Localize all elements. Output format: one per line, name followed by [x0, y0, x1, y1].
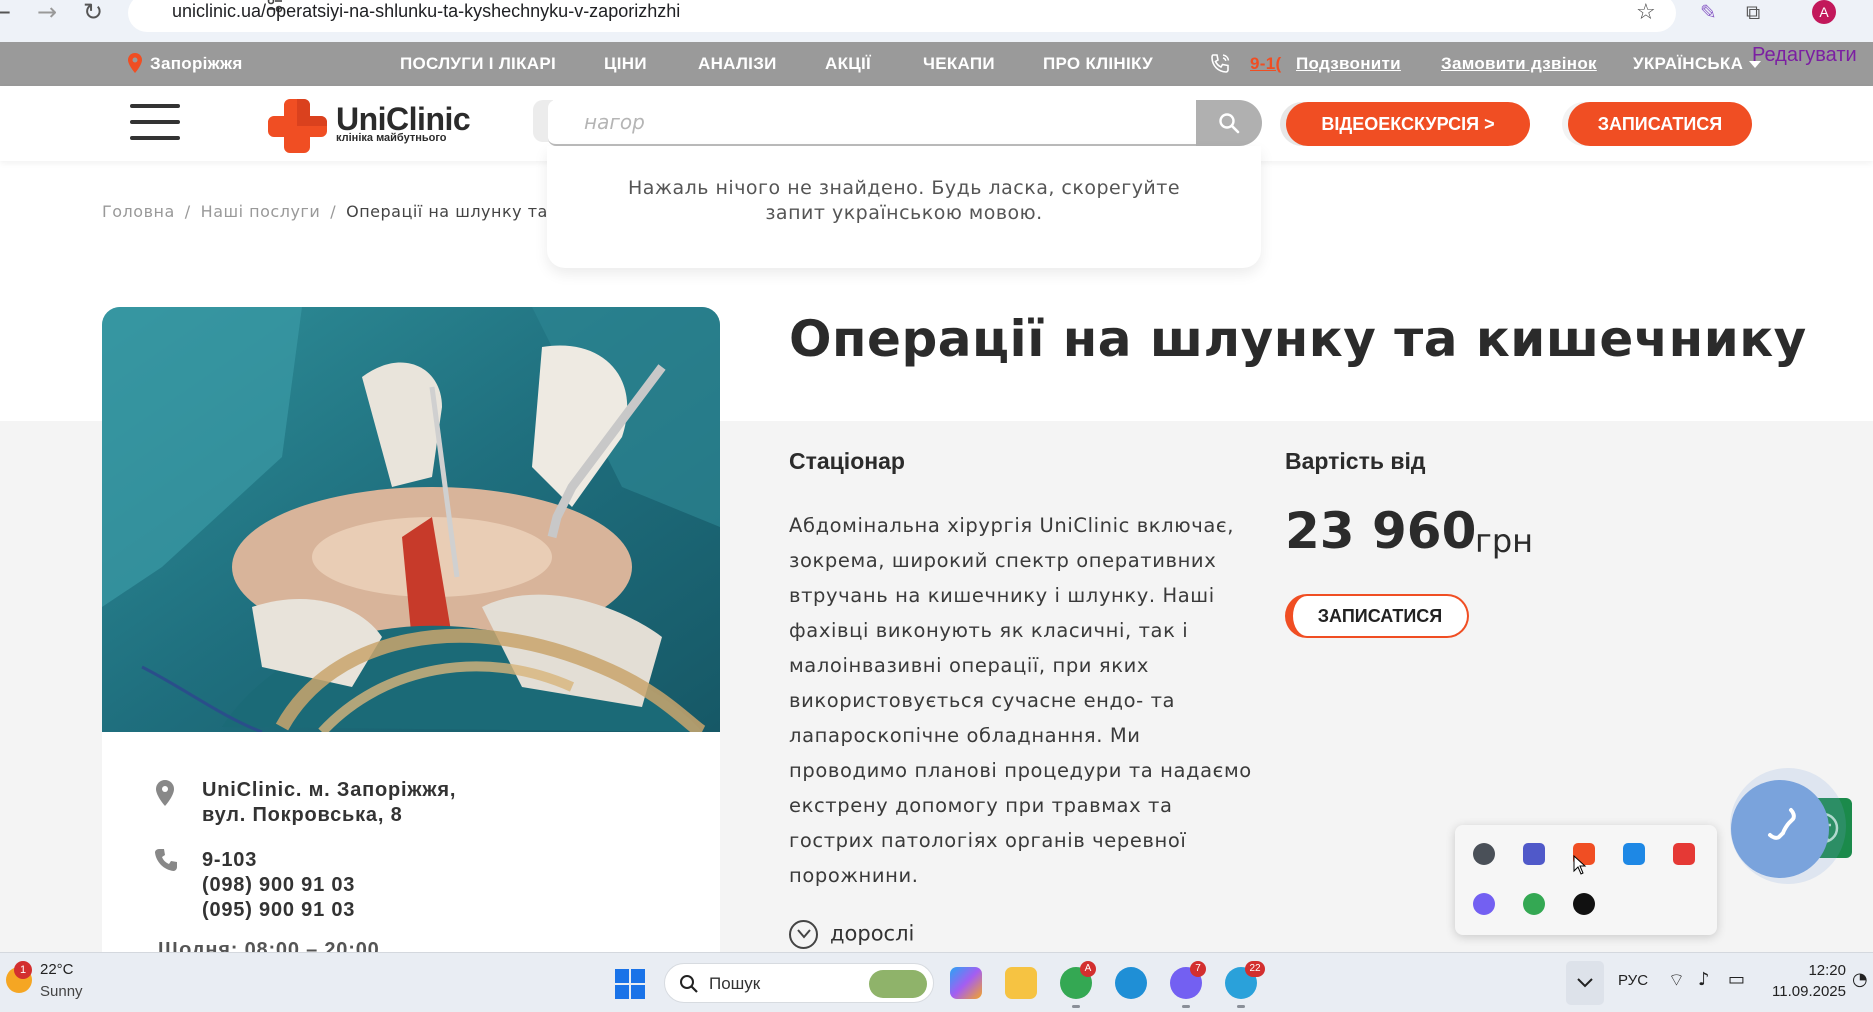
check-circle-icon	[789, 920, 818, 949]
search-input[interactable]	[548, 100, 1198, 146]
taskbar-search[interactable]: Пошук	[664, 963, 934, 1003]
language-selector[interactable]: УКРАЇНСЬКА	[1633, 54, 1762, 74]
chrome-tray-icon[interactable]	[1523, 893, 1545, 915]
telegram-badge: 22	[1245, 961, 1265, 977]
city-selector[interactable]: Запоріжжя	[150, 54, 243, 74]
address-line-2: вул. Покровська, 8	[202, 804, 403, 826]
phone-icon	[155, 849, 177, 871]
taskbar-search-label: Пошук	[709, 974, 761, 993]
phone-number-link[interactable]: 9-1(	[1250, 54, 1281, 74]
security-shield-icon[interactable]	[1623, 843, 1645, 865]
camera-tray-icon[interactable]	[1673, 843, 1695, 865]
phone-handset-icon	[1768, 808, 1796, 840]
phone-short[interactable]: 9-103	[202, 848, 355, 873]
viber-tray-icon[interactable]	[1473, 893, 1495, 915]
reload-icon[interactable]: ↻	[78, 0, 108, 26]
search-icon	[1219, 113, 1240, 134]
search-results-dropdown: Нажаль нічого не знайдено. Будь ласка, с…	[547, 146, 1261, 268]
telegram-running-indicator	[1237, 1005, 1245, 1008]
browser-toolbar: ← → ↻ uniclinic.ua/operatsiyi-na-shlunku…	[0, 0, 1873, 42]
url-text[interactable]: uniclinic.ua/operatsiyi-na-shlunku-ta-ky…	[172, 1, 680, 22]
location-pin-icon	[156, 780, 174, 806]
language-label: УКРАЇНСЬКА	[1633, 54, 1744, 73]
clinic-address: UniClinic. м. Запоріжжя, вул. Покровська…	[202, 778, 456, 828]
tray-app-icon-1[interactable]	[1473, 843, 1495, 865]
teams-icon[interactable]	[1523, 843, 1545, 865]
notifications-icon[interactable]: ◔	[1852, 969, 1868, 990]
address-line-1: UniClinic. м. Запоріжжя,	[202, 779, 457, 801]
search-icon	[680, 975, 698, 993]
menu-analyses[interactable]: АНАЛІЗИ	[698, 54, 777, 74]
call-widget-button[interactable]	[1731, 780, 1829, 878]
call-link[interactable]: Подзвонити	[1296, 54, 1401, 74]
keyboard-language[interactable]: РУС	[1618, 972, 1648, 989]
breadcrumb-current: Операції на шлунку та к	[346, 202, 564, 221]
clinic-phones: 9-103 (098) 900 91 03 (095) 900 91 03	[202, 848, 355, 923]
search-highlight-image	[869, 970, 927, 998]
page-title: Операції на шлунку та кишечнику	[789, 310, 1807, 368]
clock-date[interactable]: 11.09.2025	[1760, 983, 1846, 1000]
menu-services[interactable]: ПОСЛУГИ І ЛІКАРІ	[400, 54, 556, 74]
profile-avatar[interactable]: A	[1812, 0, 1836, 24]
contact-card: UniClinic. м. Запоріжжя, вул. Покровська…	[102, 732, 720, 972]
no-results-message: Нажаль нічого не знайдено. Будь ласка, с…	[547, 176, 1261, 226]
viber-running-indicator	[1182, 1005, 1190, 1008]
book-button-header[interactable]: ЗАПИСАТИСЯ	[1568, 102, 1752, 146]
phone-2[interactable]: (095) 900 91 03	[202, 898, 355, 923]
chrome-running-indicator	[1072, 1005, 1080, 1008]
weather-temperature[interactable]: 22°C	[40, 961, 74, 978]
edge-icon[interactable]	[1115, 967, 1147, 999]
search-button[interactable]	[1196, 100, 1262, 146]
tray-overflow-button[interactable]	[1566, 961, 1604, 1005]
menu-promotions[interactable]: АКЦІЇ	[825, 54, 871, 74]
phone-1[interactable]: (098) 900 91 03	[202, 873, 355, 898]
battery-icon[interactable]: ▭	[1728, 969, 1745, 990]
chrome-badge: A	[1080, 961, 1096, 977]
price-currency: грн	[1475, 522, 1534, 560]
menu-checkups[interactable]: ЧЕКАПИ	[923, 54, 995, 74]
location-pin-icon	[128, 53, 142, 73]
tray-overflow-popup	[1455, 825, 1717, 935]
phone-icon	[1211, 54, 1230, 73]
price-label: Вартість від	[1285, 448, 1426, 474]
price-value: 23 960	[1285, 502, 1477, 560]
clock-time[interactable]: 12:20	[1776, 962, 1846, 979]
extensions-puzzle-icon[interactable]: ⧉	[1746, 0, 1760, 24]
book-button[interactable]: ЗАПИСАТИСЯ	[1285, 594, 1469, 638]
mouse-cursor-icon	[1573, 855, 1587, 875]
callback-link[interactable]: Замовити дзвінок	[1441, 54, 1597, 74]
chevron-down-icon	[1577, 978, 1593, 988]
volume-icon[interactable]: ♪	[1698, 969, 1710, 990]
no-results-line-1: Нажаль нічого не знайдено. Будь ласка, с…	[627, 177, 1181, 199]
breadcrumb-home[interactable]: Головна	[102, 202, 175, 221]
no-results-line-2: запит українською мовою.	[765, 202, 1043, 224]
logo-tagline: клініка майбутнього	[336, 132, 447, 144]
audience-label: дорослі	[830, 921, 915, 946]
b-app-tray-icon[interactable]	[1573, 893, 1595, 915]
menu-about[interactable]: ПРО КЛІНІКУ	[1043, 54, 1153, 74]
edit-link[interactable]: Редагувати	[1752, 44, 1857, 67]
pen-extension-icon[interactable]: ✎	[1700, 0, 1717, 24]
site-topbar: Запоріжжя ПОСЛУГИ І ЛІКАРІ ЦІНИ АНАЛІЗИ …	[0, 42, 1873, 86]
audience-item: дорослі	[789, 920, 914, 949]
weather-condition[interactable]: Sunny	[40, 983, 83, 1000]
video-tour-button[interactable]: ВІДЕОЕКСКУРСІЯ >	[1286, 102, 1530, 146]
file-explorer-icon[interactable]	[1005, 967, 1037, 999]
windows-taskbar: 1 22°C Sunny Пошук A 7 22 РУС ⌔ ♪ ▭ 12:2…	[0, 952, 1873, 1012]
bookmark-star-icon[interactable]: ☆	[1636, 0, 1656, 25]
forward-arrow-icon[interactable]: →	[32, 0, 62, 26]
wifi-icon[interactable]: ⌔	[1668, 969, 1685, 992]
weather-badge: 1	[14, 961, 32, 979]
service-description: Абдомінальна хірургія UniClinic включає,…	[789, 514, 1252, 887]
breadcrumb: Головна / Наші послуги / Операції на шлунку …	[102, 202, 564, 221]
section-label-inpatient: Стаціонар	[789, 448, 905, 474]
surgery-photo	[102, 307, 720, 732]
menu-prices[interactable]: ЦІНИ	[604, 54, 647, 74]
breadcrumb-services[interactable]: Наші послуги	[201, 202, 321, 221]
viber-badge: 7	[1190, 961, 1206, 977]
copilot-icon[interactable]	[950, 967, 982, 999]
back-arrow-icon[interactable]: ←	[0, 0, 16, 26]
hamburger-menu-icon[interactable]	[130, 104, 180, 142]
windows-start-icon[interactable]	[615, 969, 645, 999]
